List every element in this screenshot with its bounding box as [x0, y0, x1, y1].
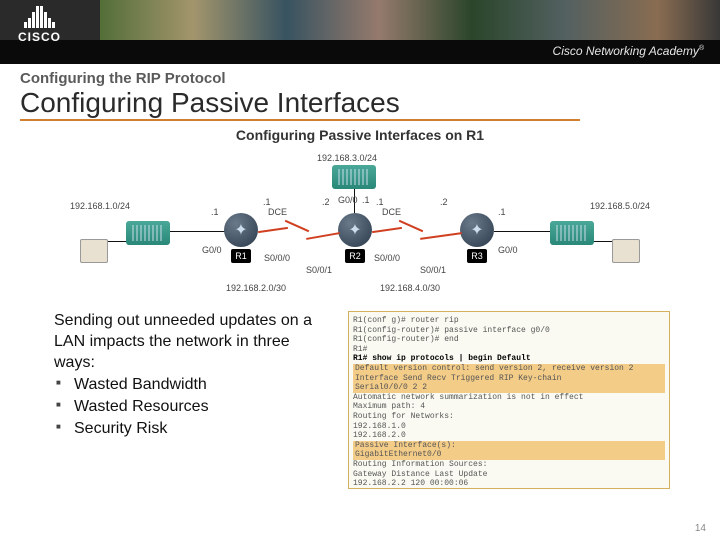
- academy-text: Cisco Networking Academy®: [553, 44, 704, 58]
- subnet-bottom-left: 192.168.2.0/30: [226, 283, 286, 293]
- iface-g00: G0/0: [498, 245, 518, 255]
- iface-dot1: .1: [263, 197, 271, 207]
- cli-line-highlight: GigabitEthernet0/0: [353, 450, 665, 460]
- bullet-item: Wasted Resources: [54, 397, 334, 418]
- iface-dot1: .1: [498, 207, 506, 217]
- router-label-r3: R3: [467, 249, 487, 263]
- cli-line: R1(conf g)# router rip: [353, 316, 665, 326]
- subnet-left: 192.168.1.0/24: [70, 201, 130, 211]
- switch-top: [332, 165, 376, 189]
- iface-g00: G0/0: [202, 245, 222, 255]
- cli-line: R1(config-router)# end: [353, 335, 665, 345]
- router-label-r1: R1: [231, 249, 251, 263]
- body-row: Sending out unneeded updates on a LAN im…: [20, 307, 700, 489]
- subnet-right: 192.168.5.0/24: [590, 201, 650, 211]
- cli-line: Routing Information Sources:: [353, 460, 665, 470]
- cli-line: 192.168.2.0: [353, 431, 665, 441]
- top-banner: CISCO Cisco Networking Academy®: [0, 0, 720, 64]
- cli-line: R1(config-router)# passive interface g0/…: [353, 326, 665, 336]
- figure-title: Configuring Passive Interfaces on R1: [20, 127, 700, 143]
- cisco-bars-icon: [24, 6, 55, 28]
- cli-line-highlight: Interface Send Recv Triggered RIP Key-ch…: [353, 374, 665, 384]
- lead-text: Sending out unneeded updates on a LAN im…: [54, 311, 334, 373]
- iface-dot1: .1: [376, 197, 384, 207]
- main-title: Configuring Passive Interfaces: [20, 87, 580, 121]
- link: [170, 231, 226, 232]
- cli-line: Routing for Networks:: [353, 412, 665, 422]
- host-left: [80, 239, 108, 263]
- text-column: Sending out unneeded updates on a LAN im…: [54, 311, 334, 489]
- content-area: Configuring the RIP Protocol Configuring…: [0, 64, 720, 489]
- iface-dce: DCE: [382, 207, 401, 217]
- page-number: 14: [695, 523, 706, 534]
- host-right: [612, 239, 640, 263]
- cli-line: R1#: [353, 345, 665, 355]
- serial-link: [258, 227, 288, 233]
- bullet-list: Wasted Bandwidth Wasted Resources Securi…: [54, 375, 334, 439]
- iface-dot1: .1: [211, 207, 219, 217]
- iface-dce: DCE: [268, 207, 287, 217]
- switch-left: [126, 221, 170, 245]
- iface-s001: S0/0/1: [420, 265, 446, 275]
- serial-link: [306, 232, 340, 240]
- subnet-bottom-right: 192.168.4.0/30: [380, 283, 440, 293]
- cli-line: R1# show ip protocols | begin Default: [353, 354, 665, 364]
- router-icon-r2: ✦: [338, 213, 372, 247]
- serial-link: [399, 220, 424, 232]
- link: [108, 241, 126, 242]
- serial-link: [372, 227, 402, 233]
- link: [594, 241, 612, 242]
- subnet-top: 192.168.3.0/24: [317, 153, 377, 163]
- cli-line: Gateway Distance Last Update: [353, 470, 665, 480]
- cli-line: Automatic network summarization is not i…: [353, 393, 665, 403]
- cisco-logo-text: CISCO: [18, 30, 61, 44]
- network-diagram: 192.168.3.0/24 192.168.1.0/24 192.168.5.…: [80, 153, 640, 303]
- iface-s000: S0/0/0: [264, 253, 290, 263]
- iface-g00: G0/0: [338, 195, 358, 205]
- cli-line: Maximum path: 4: [353, 402, 665, 412]
- cli-line: 192.168.2.2 120 00:00:06: [353, 479, 665, 489]
- pretitle: Configuring the RIP Protocol: [20, 70, 700, 87]
- iface-s001: S0/0/1: [306, 265, 332, 275]
- cli-line-highlight: Passive Interface(s):: [353, 441, 665, 451]
- cisco-logo: CISCO: [18, 6, 61, 44]
- router-icon-r1: ✦: [224, 213, 258, 247]
- cli-output-box: R1(conf g)# router rip R1(config-router)…: [348, 311, 670, 489]
- switch-right: [550, 221, 594, 245]
- iface-dot2: .2: [322, 197, 330, 207]
- bullet-item: Wasted Bandwidth: [54, 375, 334, 396]
- cli-line-highlight: Default version control: send version 2,…: [353, 364, 665, 374]
- iface-dot1: .1: [362, 195, 370, 205]
- router-icon-r3: ✦: [460, 213, 494, 247]
- cli-line: 192.168.1.0: [353, 422, 665, 432]
- bullet-item: Security Risk: [54, 419, 334, 440]
- link: [494, 231, 550, 232]
- serial-link: [420, 232, 462, 240]
- serial-link: [285, 220, 310, 232]
- cli-line-highlight: Serial0/0/0 2 2: [353, 383, 665, 393]
- iface-s000: S0/0/0: [374, 253, 400, 263]
- iface-dot2: .2: [440, 197, 448, 207]
- router-label-r2: R2: [345, 249, 365, 263]
